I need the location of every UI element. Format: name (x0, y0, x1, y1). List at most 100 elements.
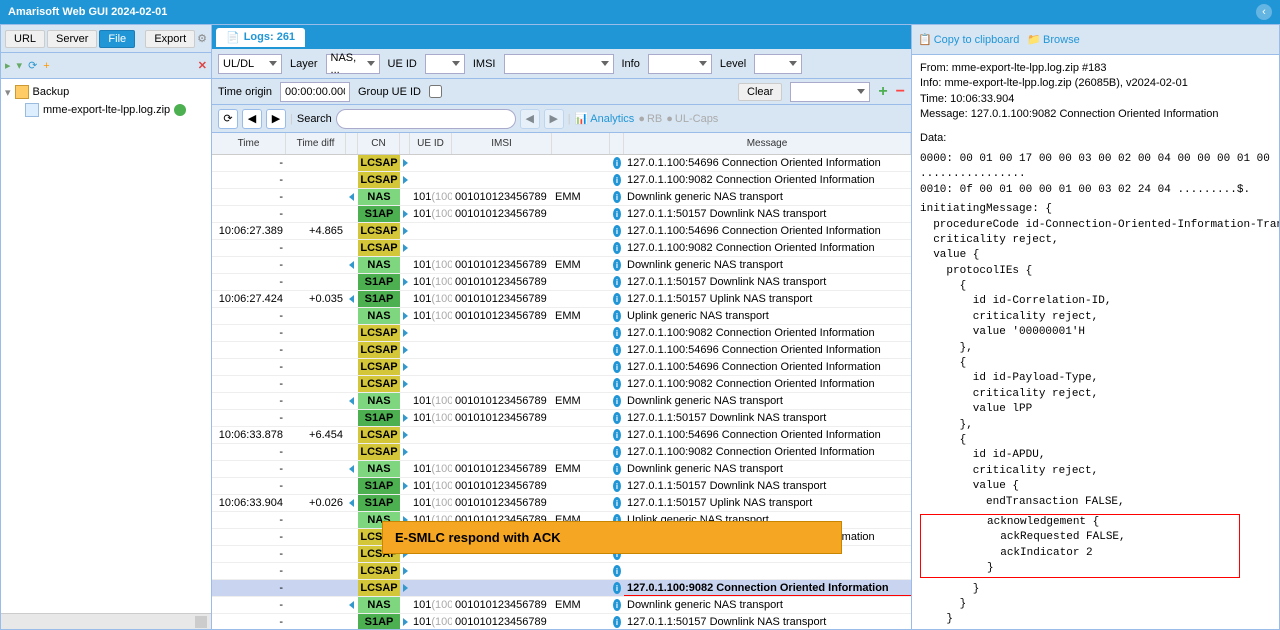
table-row[interactable]: 10:06:27.424+0.035S1AP101 (100)001010123… (212, 291, 911, 308)
file-button[interactable]: File (99, 30, 135, 48)
search-next-icon[interactable]: ▶ (544, 109, 564, 129)
info-icon[interactable]: i (613, 157, 621, 169)
gear-icon[interactable]: ⚙ (197, 32, 207, 45)
tree-folder-backup[interactable]: ▾ Backup (1, 83, 211, 101)
ueid-combo[interactable] (425, 54, 465, 74)
uldl-combo[interactable]: UL/DL (218, 54, 282, 74)
chart-icon: 📊 (575, 112, 589, 125)
export-button[interactable]: Export (145, 30, 195, 48)
info-icon[interactable]: i (613, 276, 621, 288)
table-row[interactable]: -LCSAPi127.0.1.100:9082 Connection Orien… (212, 580, 911, 597)
table-row[interactable]: -LCSAPi127.0.1.100:54696 Connection Orie… (212, 342, 911, 359)
arrow-right-icon (403, 176, 408, 184)
copy-clipboard-button[interactable]: 📋Copy to clipboard (918, 33, 1019, 46)
layer-combo[interactable]: NAS, ... (326, 54, 380, 74)
refresh-icon[interactable]: ⟳ (28, 59, 37, 72)
group-ue-checkbox[interactable] (429, 85, 442, 98)
table-row[interactable]: -NAS101 (100)001010123456789EMMiDownlink… (212, 461, 911, 478)
table-row[interactable]: -NAS101 (100)001010123456789EMMiDownlink… (212, 189, 911, 206)
close-icon[interactable]: ✕ (198, 59, 207, 72)
arrow-right-icon (403, 244, 408, 252)
table-row[interactable]: -LCSAPi127.0.1.100:54696 Connection Orie… (212, 359, 911, 376)
header-collapse-icon[interactable]: ‹ (1256, 4, 1272, 20)
ulcaps-button[interactable]: ●UL-Caps (666, 113, 718, 125)
table-row[interactable]: -NAS101 (100)001010123456789EMMiUplink g… (212, 308, 911, 325)
info-icon[interactable]: i (613, 429, 621, 441)
nav-back-icon[interactable]: ◀ (242, 109, 262, 129)
table-row[interactable]: -S1AP101 (100)001010123456789i127.0.1.1:… (212, 478, 911, 495)
time-origin-input[interactable] (280, 82, 350, 102)
info-icon[interactable]: i (613, 463, 621, 475)
table-row[interactable]: -S1AP101 (100)001010123456789i127.0.1.1:… (212, 410, 911, 427)
arrow-right-icon (403, 278, 408, 286)
rb-button[interactable]: ●RB (638, 113, 662, 125)
info-icon[interactable]: i (613, 378, 621, 390)
add-icon[interactable]: + (43, 60, 49, 72)
info-icon[interactable]: i (613, 344, 621, 356)
table-row[interactable]: -LCSAPi127.0.1.100:9082 Connection Orien… (212, 240, 911, 257)
info-icon[interactable]: i (613, 565, 621, 577)
info-icon[interactable]: i (613, 327, 621, 339)
table-row[interactable]: -S1AP101 (100)001010123456789i127.0.1.1:… (212, 206, 911, 223)
info-icon[interactable]: i (613, 310, 621, 322)
info-icon[interactable]: i (613, 208, 621, 220)
table-row[interactable]: -LCSAPi127.0.1.100:9082 Connection Orien… (212, 325, 911, 342)
analytics-button[interactable]: 📊Analytics (575, 112, 635, 125)
tab-logs[interactable]: 📄 Logs: 261 (216, 28, 305, 47)
info-icon[interactable]: i (613, 259, 621, 271)
info-icon[interactable]: i (613, 599, 621, 611)
arrow-right-icon (403, 414, 408, 422)
info-icon[interactable]: i (613, 582, 621, 594)
tab-bar: 📄 Logs: 261 (212, 25, 911, 49)
imsi-combo[interactable] (504, 54, 614, 74)
filter-combo[interactable] (790, 82, 870, 102)
info-icon[interactable]: i (613, 361, 621, 373)
table-row[interactable]: -LCSAPi127.0.1.100:54696 Connection Orie… (212, 155, 911, 172)
table-row[interactable]: 10:06:33.904+0.026S1AP101 (100)001010123… (212, 495, 911, 512)
url-button[interactable]: URL (5, 30, 45, 48)
info-combo[interactable] (648, 54, 712, 74)
info-icon[interactable]: i (613, 616, 621, 628)
status-ok-icon (174, 104, 186, 116)
table-row[interactable]: 10:06:33.878+6.454LCSAPi127.0.1.100:5469… (212, 427, 911, 444)
left-hscroll[interactable] (1, 613, 211, 629)
server-button[interactable]: Server (47, 30, 97, 48)
table-row[interactable]: -NAS101 (100)001010123456789EMMiDownlink… (212, 257, 911, 274)
level-combo[interactable] (754, 54, 802, 74)
arrow-left-icon (349, 465, 354, 473)
ueid-label: UE ID (388, 58, 417, 70)
table-row[interactable]: -NAS101 (100)001010123456789EMMiDownlink… (212, 393, 911, 410)
table-row[interactable]: -LCSAPi127.0.1.100:9082 Connection Orien… (212, 172, 911, 189)
info-icon[interactable]: i (613, 412, 621, 424)
info-icon[interactable]: i (613, 497, 621, 509)
collapse-icon[interactable]: ▾ (17, 59, 23, 72)
table-row[interactable]: -S1AP101 (100)001010123456789i127.0.1.1:… (212, 274, 911, 291)
info-icon[interactable]: i (613, 174, 621, 186)
nav-fwd-icon[interactable]: ▶ (266, 109, 286, 129)
info-icon[interactable]: i (613, 446, 621, 458)
table-row[interactable]: -LCSAPi (212, 563, 911, 580)
expand-icon[interactable]: ▸ (5, 59, 11, 72)
table-row[interactable]: -LCSAPi127.0.1.100:9082 Connection Orien… (212, 376, 911, 393)
tree-file[interactable]: mme-export-lte-lpp.log.zip (1, 101, 211, 119)
table-row[interactable]: -S1AP101 (100)001010123456789i127.0.1.1:… (212, 614, 911, 629)
left-panel: URL Server File Export ⚙ ▸ ▾ ⟳ + ✕ ▾ Bac… (0, 24, 212, 630)
table-row[interactable]: -LCSAPi127.0.1.100:9082 Connection Orien… (212, 444, 911, 461)
info-icon[interactable]: i (613, 225, 621, 237)
info-icon[interactable]: i (613, 480, 621, 492)
info-icon[interactable]: i (613, 293, 621, 305)
search-prev-icon[interactable]: ◀ (520, 109, 540, 129)
search-input[interactable] (336, 109, 516, 129)
plus-icon[interactable]: + (878, 83, 887, 101)
info-icon[interactable]: i (613, 242, 621, 254)
minus-icon[interactable]: − (896, 83, 905, 101)
info-icon[interactable]: i (613, 191, 621, 203)
nav-refresh-icon[interactable]: ⟳ (218, 109, 238, 129)
table-row[interactable]: -NAS101 (100)001010123456789EMMiDownlink… (212, 597, 911, 614)
browse-button[interactable]: 📁Browse (1027, 33, 1079, 46)
clear-button[interactable]: Clear (738, 83, 782, 101)
arrow-left-icon (349, 499, 354, 507)
arrow-right-icon (403, 159, 408, 167)
table-row[interactable]: 10:06:27.389+4.865LCSAPi127.0.1.100:5469… (212, 223, 911, 240)
info-icon[interactable]: i (613, 395, 621, 407)
